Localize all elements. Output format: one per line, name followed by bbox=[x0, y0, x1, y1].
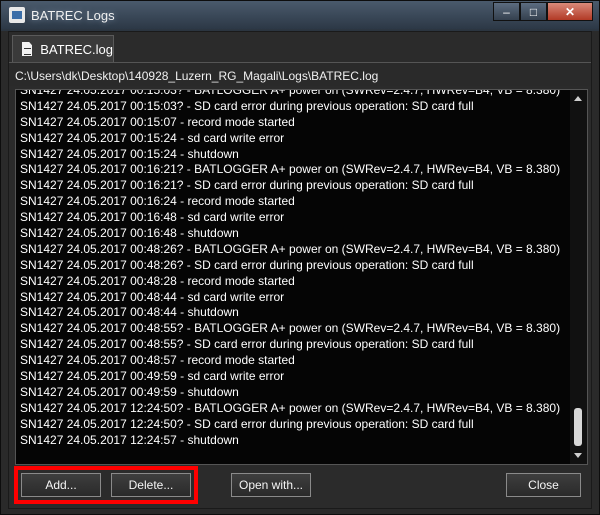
scroll-thumb[interactable] bbox=[574, 408, 582, 446]
log-line: SN1427 24.05.2017 00:16:21? - SD card er… bbox=[20, 178, 474, 193]
log-line: SN1427 24.05.2017 00:15:03? - SD card er… bbox=[20, 98, 474, 113]
log-line: SN1427 24.05.2017 00:48:57 - record mode… bbox=[20, 353, 295, 368]
log-line: SN1427 24.05.2017 00:15:07 - record mode… bbox=[20, 114, 295, 129]
log-line: SN1427 24.05.2017 12:24:50? - SD card er… bbox=[20, 416, 474, 431]
log-line: SN1427 24.05.2017 00:15:24 - sd card wri… bbox=[20, 130, 285, 145]
window-title: BATREC Logs bbox=[31, 8, 115, 23]
log-panel: BATREC.log C:\Users\dk\Desktop\140928_Lu… bbox=[8, 31, 592, 509]
log-line: SN1427 24.05.2017 00:48:26? - BATLOGGER … bbox=[20, 241, 561, 256]
file-path: C:\Users\dk\Desktop\140928_Luzern_RG_Mag… bbox=[15, 69, 379, 83]
scroll-down-arrow-icon[interactable] bbox=[574, 453, 582, 458]
log-line: SN1427 24.05.2017 00:48:26? - SD card er… bbox=[20, 257, 474, 272]
log-line: SN1427 24.05.2017 00:16:24 - record mode… bbox=[20, 194, 295, 209]
log-text-area[interactable]: SN1427 24.05.2017 00:15:03? - BATLOGGER … bbox=[15, 89, 588, 465]
highlight-box bbox=[14, 466, 198, 504]
log-line: SN1427 24.05.2017 00:49:59 - sd card wri… bbox=[20, 369, 285, 384]
tab-batrec-log[interactable]: BATREC.log bbox=[12, 35, 114, 62]
log-line: SN1427 24.05.2017 00:48:28 - record mode… bbox=[20, 273, 295, 288]
log-line: SN1427 24.05.2017 00:15:03? - BATLOGGER … bbox=[20, 89, 561, 97]
log-line: SN1427 24.05.2017 00:15:24 - shutdown bbox=[20, 146, 239, 161]
log-line: SN1427 24.05.2017 00:16:21? - BATLOGGER … bbox=[20, 162, 561, 177]
log-line: SN1427 24.05.2017 00:48:55? - SD card er… bbox=[20, 337, 474, 352]
close-button[interactable]: Close bbox=[506, 473, 581, 497]
window-controls: – □ ✕ bbox=[493, 2, 593, 21]
vertical-scrollbar[interactable] bbox=[570, 90, 587, 464]
batrec-logs-window: BATREC Logs – □ ✕ BATREC.log C:\Users\dk… bbox=[0, 0, 600, 515]
open-with-button[interactable]: Open with... bbox=[231, 473, 311, 497]
document-icon bbox=[22, 42, 33, 56]
maximize-button[interactable]: □ bbox=[520, 2, 547, 21]
log-line: SN1427 24.05.2017 12:24:57 - shutdown bbox=[20, 432, 239, 447]
title-bar[interactable]: BATREC Logs – □ ✕ bbox=[1, 1, 599, 29]
path-bar: C:\Users\dk\Desktop\140928_Luzern_RG_Mag… bbox=[9, 62, 591, 86]
log-line: SN1427 24.05.2017 00:48:44 - shutdown bbox=[20, 305, 239, 320]
scroll-up-arrow-icon[interactable] bbox=[574, 96, 582, 101]
tab-label: BATREC.log bbox=[40, 41, 113, 57]
app-icon bbox=[9, 7, 25, 23]
log-line: SN1427 24.05.2017 12:24:50? - BATLOGGER … bbox=[20, 400, 561, 415]
log-line: SN1427 24.05.2017 00:16:48 - sd card wri… bbox=[20, 210, 285, 225]
log-line: SN1427 24.05.2017 00:16:48 - shutdown bbox=[20, 226, 239, 241]
log-line: SN1427 24.05.2017 00:48:55? - BATLOGGER … bbox=[20, 321, 561, 336]
close-window-button[interactable]: ✕ bbox=[547, 2, 593, 21]
log-line: SN1427 24.05.2017 00:48:44 - sd card wri… bbox=[20, 289, 285, 304]
minimize-button[interactable]: – bbox=[493, 2, 520, 21]
log-line: SN1427 24.05.2017 00:49:59 - shutdown bbox=[20, 384, 239, 399]
log-lines: SN1427 24.05.2017 00:15:03? - BATLOGGER … bbox=[20, 89, 565, 447]
